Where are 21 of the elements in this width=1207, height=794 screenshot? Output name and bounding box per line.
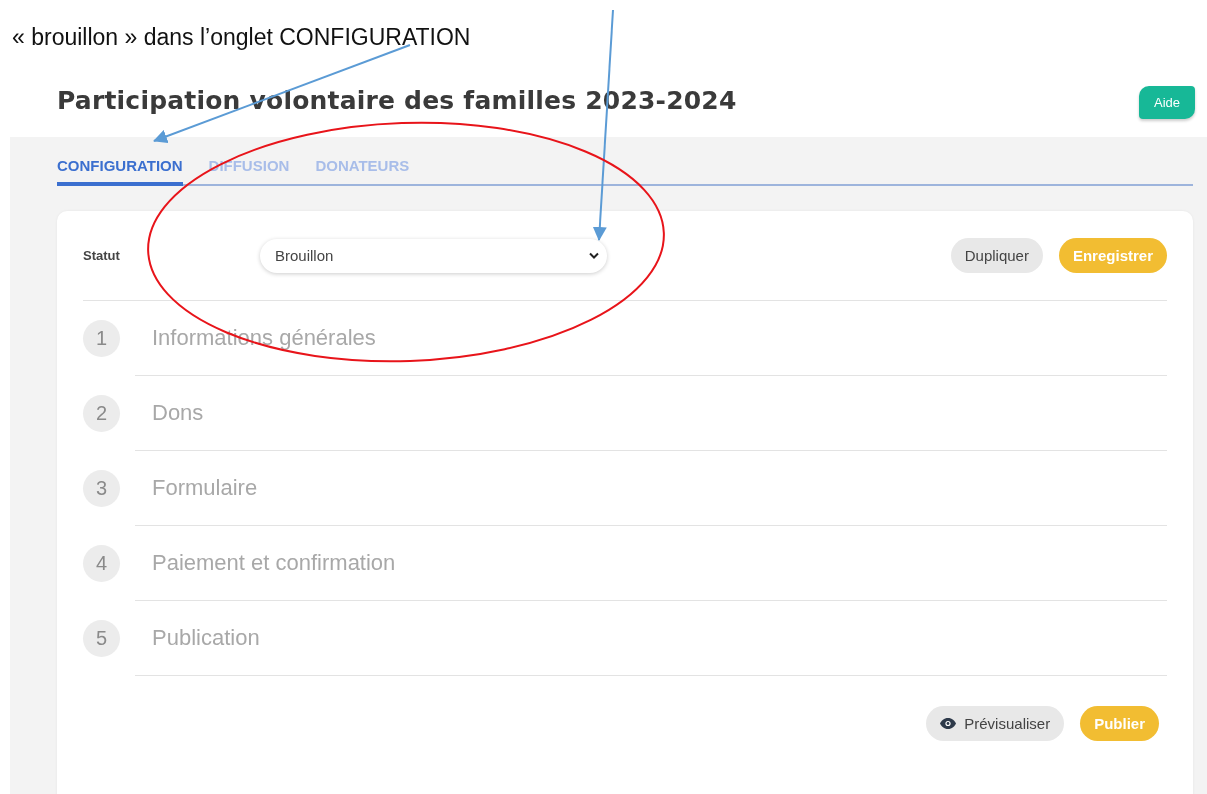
- chevron-down-icon: [589, 252, 599, 259]
- step-number: 3: [83, 470, 120, 507]
- status-select[interactable]: Brouillon: [260, 238, 607, 273]
- status-label: Statut: [83, 248, 121, 263]
- step-title[interactable]: Publication: [152, 625, 260, 651]
- step-number: 5: [83, 620, 120, 657]
- tab[interactable]: DONATEURS: [315, 157, 410, 186]
- step-number: 2: [83, 395, 120, 432]
- step-number: 4: [83, 545, 120, 582]
- step-number: 1: [83, 320, 120, 357]
- tab[interactable]: CONFIGURATION: [57, 157, 183, 186]
- help-button[interactable]: Aide: [1138, 86, 1195, 119]
- step-title[interactable]: Paiement et confirmation: [152, 550, 396, 576]
- eye-icon: [940, 718, 957, 729]
- step-title[interactable]: Formulaire: [152, 475, 258, 501]
- step-title[interactable]: Dons: [152, 400, 204, 426]
- preview-button[interactable]: Prévisualiser: [926, 706, 1065, 741]
- caption-text: « brouillon » dans l’onglet CONFIGURATION: [12, 24, 471, 51]
- primary-button[interactable]: Enregistrer: [1058, 238, 1167, 273]
- primary-button[interactable]: Publier: [1080, 706, 1159, 741]
- secondary-button[interactable]: Dupliquer: [950, 238, 1043, 273]
